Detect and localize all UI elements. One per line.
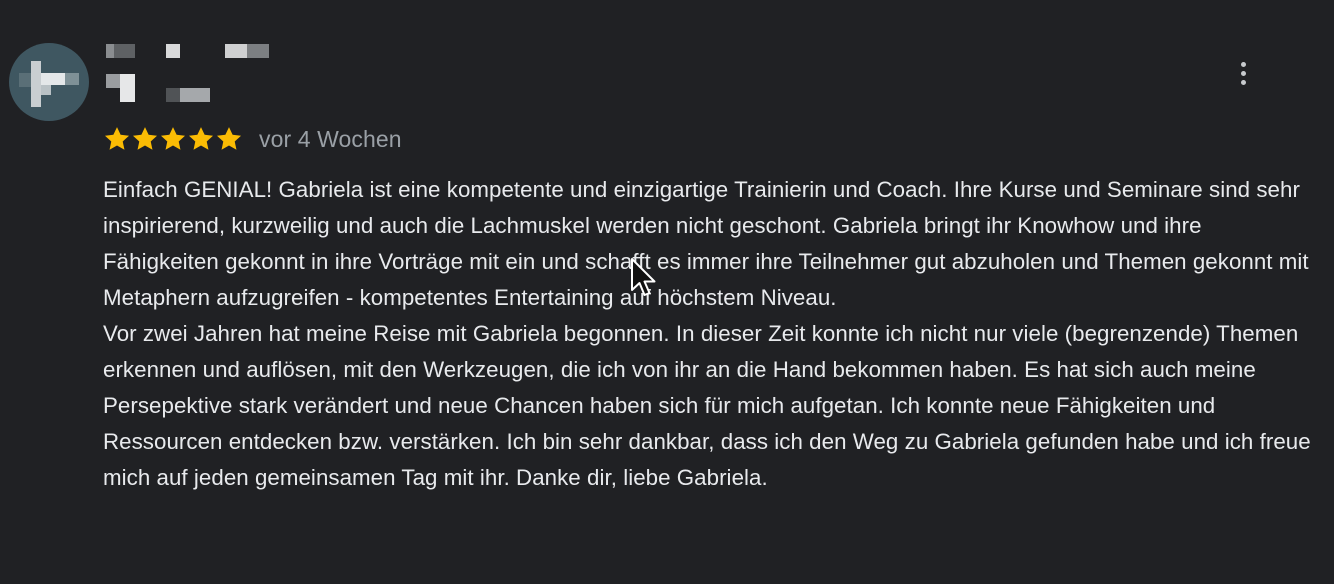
avatar-pixel [41, 85, 51, 95]
review-date: vor 4 Wochen [259, 125, 402, 152]
mouse-pointer-icon [631, 258, 656, 296]
avatar[interactable] [9, 43, 89, 121]
more-vert-icon-dot [1240, 70, 1246, 76]
star-icon [216, 127, 242, 150]
rating-row: vor 4 Wochen [103, 124, 402, 154]
review-card: vor 4 Wochen Einfach GENIAL! Gabriela is… [0, 0, 1334, 584]
star-rating [103, 125, 243, 153]
avatar-pixel [65, 73, 79, 85]
star-icon [188, 127, 214, 150]
star-icon [160, 127, 186, 150]
reviewer-name-censored[interactable] [104, 42, 284, 106]
more-vert-icon-dot [1240, 79, 1246, 85]
star-icon [104, 127, 130, 150]
name-pixel [106, 74, 120, 88]
star-icon [132, 127, 158, 150]
name-pixel [166, 88, 180, 102]
name-pixel [106, 44, 114, 58]
name-pixel [120, 74, 135, 102]
avatar-pixel [41, 73, 65, 85]
review-paragraph-1: Einfach GENIAL! Gabriela ist eine kompet… [103, 177, 1309, 310]
name-pixel [180, 88, 210, 102]
review-paragraph-2: Vor zwei Jahren hat meine Reise mit Gabr… [103, 321, 1311, 490]
more-options-button[interactable] [1226, 56, 1260, 90]
name-pixel [247, 44, 269, 58]
more-vert-icon [1240, 61, 1246, 67]
name-pixel [166, 44, 180, 58]
avatar-pixel [19, 73, 31, 87]
name-pixel [225, 44, 247, 58]
avatar-pixel [31, 61, 41, 107]
name-pixel [114, 44, 135, 58]
review-text: Einfach GENIAL! Gabriela ist eine kompet… [103, 172, 1318, 496]
